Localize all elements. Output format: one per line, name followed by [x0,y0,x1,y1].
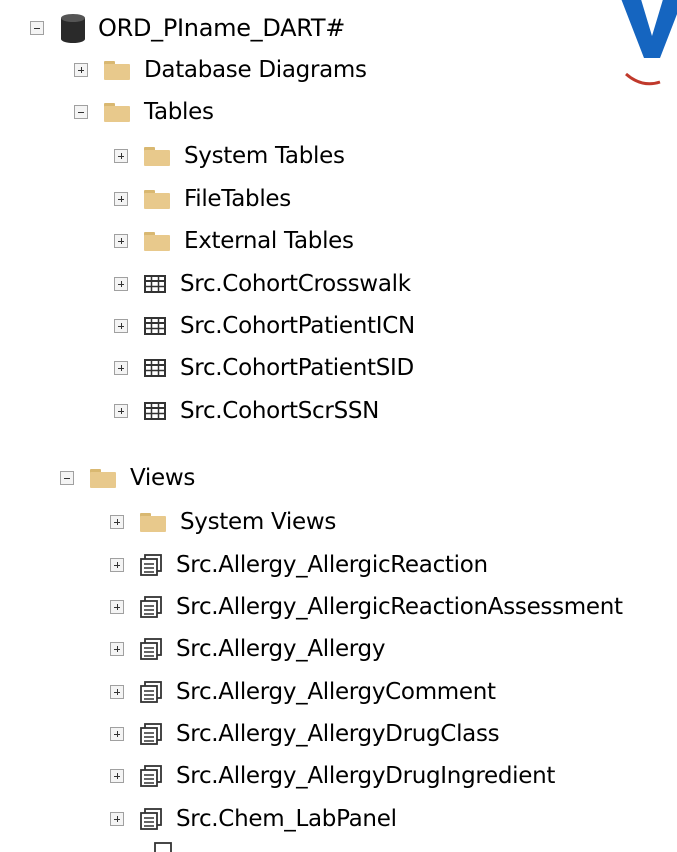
expand-icon[interactable] [114,149,128,163]
tree-node-external-tables[interactable]: External Tables [114,221,354,261]
expand-icon[interactable] [110,558,124,572]
view-icon [140,554,162,576]
expand-icon[interactable] [110,685,124,699]
node-label: Views [130,465,196,491]
view-icon [140,723,162,745]
node-label: Src.CohortCrosswalk [180,271,411,297]
database-label: ORD_PIname_DART# [98,14,346,42]
view-icon [140,596,162,618]
tree-node-view[interactable]: Src.Allergy_AllergyDrugClass [110,714,500,754]
node-label: Src.CohortPatientSID [180,355,414,381]
node-label: Src.Chem_LabPanel [176,806,397,832]
folder-icon [104,60,130,80]
tree-node-system-views[interactable]: System Views [110,502,336,542]
node-label: Tables [144,99,214,125]
node-label: Src.Allergy_AllergicReaction [176,552,488,578]
view-icon [154,842,172,852]
collapse-icon[interactable] [30,21,44,35]
node-label: Src.CohortScrSSN [180,398,380,424]
expand-icon[interactable] [110,642,124,656]
table-icon [144,317,166,335]
folder-icon [144,146,170,166]
node-label: Src.Allergy_AllergyDrugIngredient [176,763,556,789]
tree-node-table[interactable]: Src.CohortPatientICN [114,306,415,346]
collapse-icon[interactable] [74,105,88,119]
tree-node-table[interactable]: Src.CohortScrSSN [114,391,379,431]
node-label: FileTables [184,186,291,212]
tree-node-table[interactable]: Src.CohortCrosswalk [114,264,411,304]
tree-node-view[interactable]: Src.Allergy_AllergicReactionAssessment [110,587,623,627]
node-label: System Views [180,509,337,535]
tree-node-filetables[interactable]: FileTables [114,179,291,219]
table-icon [144,402,166,420]
table-icon [144,275,166,293]
expand-icon[interactable] [114,404,128,418]
expand-icon[interactable] [114,361,128,375]
node-label: External Tables [184,228,354,254]
node-label: Database Diagrams [144,57,367,83]
folder-icon [90,468,116,488]
expand-icon[interactable] [114,277,128,291]
watermark-logo [612,0,677,86]
tree-node-view[interactable]: Src.Allergy_AllergyDrugIngredient [110,756,555,796]
node-label: Src.Allergy_AllergicReactionAssessment [176,594,623,620]
tree-node-database-diagrams[interactable]: Database Diagrams [74,50,367,90]
expand-icon[interactable] [110,812,124,826]
expand-icon[interactable] [110,769,124,783]
expand-icon[interactable] [74,63,88,77]
folder-icon [140,512,166,532]
expand-icon[interactable] [110,600,124,614]
tree-node-view[interactable]: Src.Chem_LabPanel [110,799,397,839]
tree-node-view[interactable]: Src.Allergy_AllergyComment [110,672,496,712]
node-label: Src.Allergy_AllergyDrugClass [176,721,500,747]
tree-node-table[interactable]: Src.CohortPatientSID [114,348,414,388]
node-label: System Tables [184,143,345,169]
folder-icon [144,189,170,209]
view-icon [140,638,162,660]
node-label: Src.Allergy_AllergyComment [176,679,496,705]
database-icon [61,14,85,43]
tree-node-view[interactable]: Src.Allergy_Allergy [110,629,385,669]
node-label: Src.Allergy_Allergy [176,636,386,662]
expand-icon[interactable] [110,515,124,529]
table-icon [144,359,166,377]
view-icon [140,765,162,787]
expand-icon[interactable] [114,192,128,206]
folder-icon [144,231,170,251]
tree-node-views[interactable]: Views [60,458,195,498]
tree-node-system-tables[interactable]: System Tables [114,136,345,176]
view-icon [140,681,162,703]
view-icon [140,808,162,830]
node-label: Src.CohortPatientICN [180,313,415,339]
expand-icon[interactable] [114,234,128,248]
expand-icon[interactable] [110,727,124,741]
expand-icon[interactable] [114,319,128,333]
tree-node-tables[interactable]: Tables [74,92,214,132]
tree-node-database[interactable]: ORD_PIname_DART# [30,8,345,48]
collapse-icon[interactable] [60,471,74,485]
tree-node-view[interactable]: Src.Allergy_AllergicReaction [110,545,488,585]
folder-icon [104,102,130,122]
